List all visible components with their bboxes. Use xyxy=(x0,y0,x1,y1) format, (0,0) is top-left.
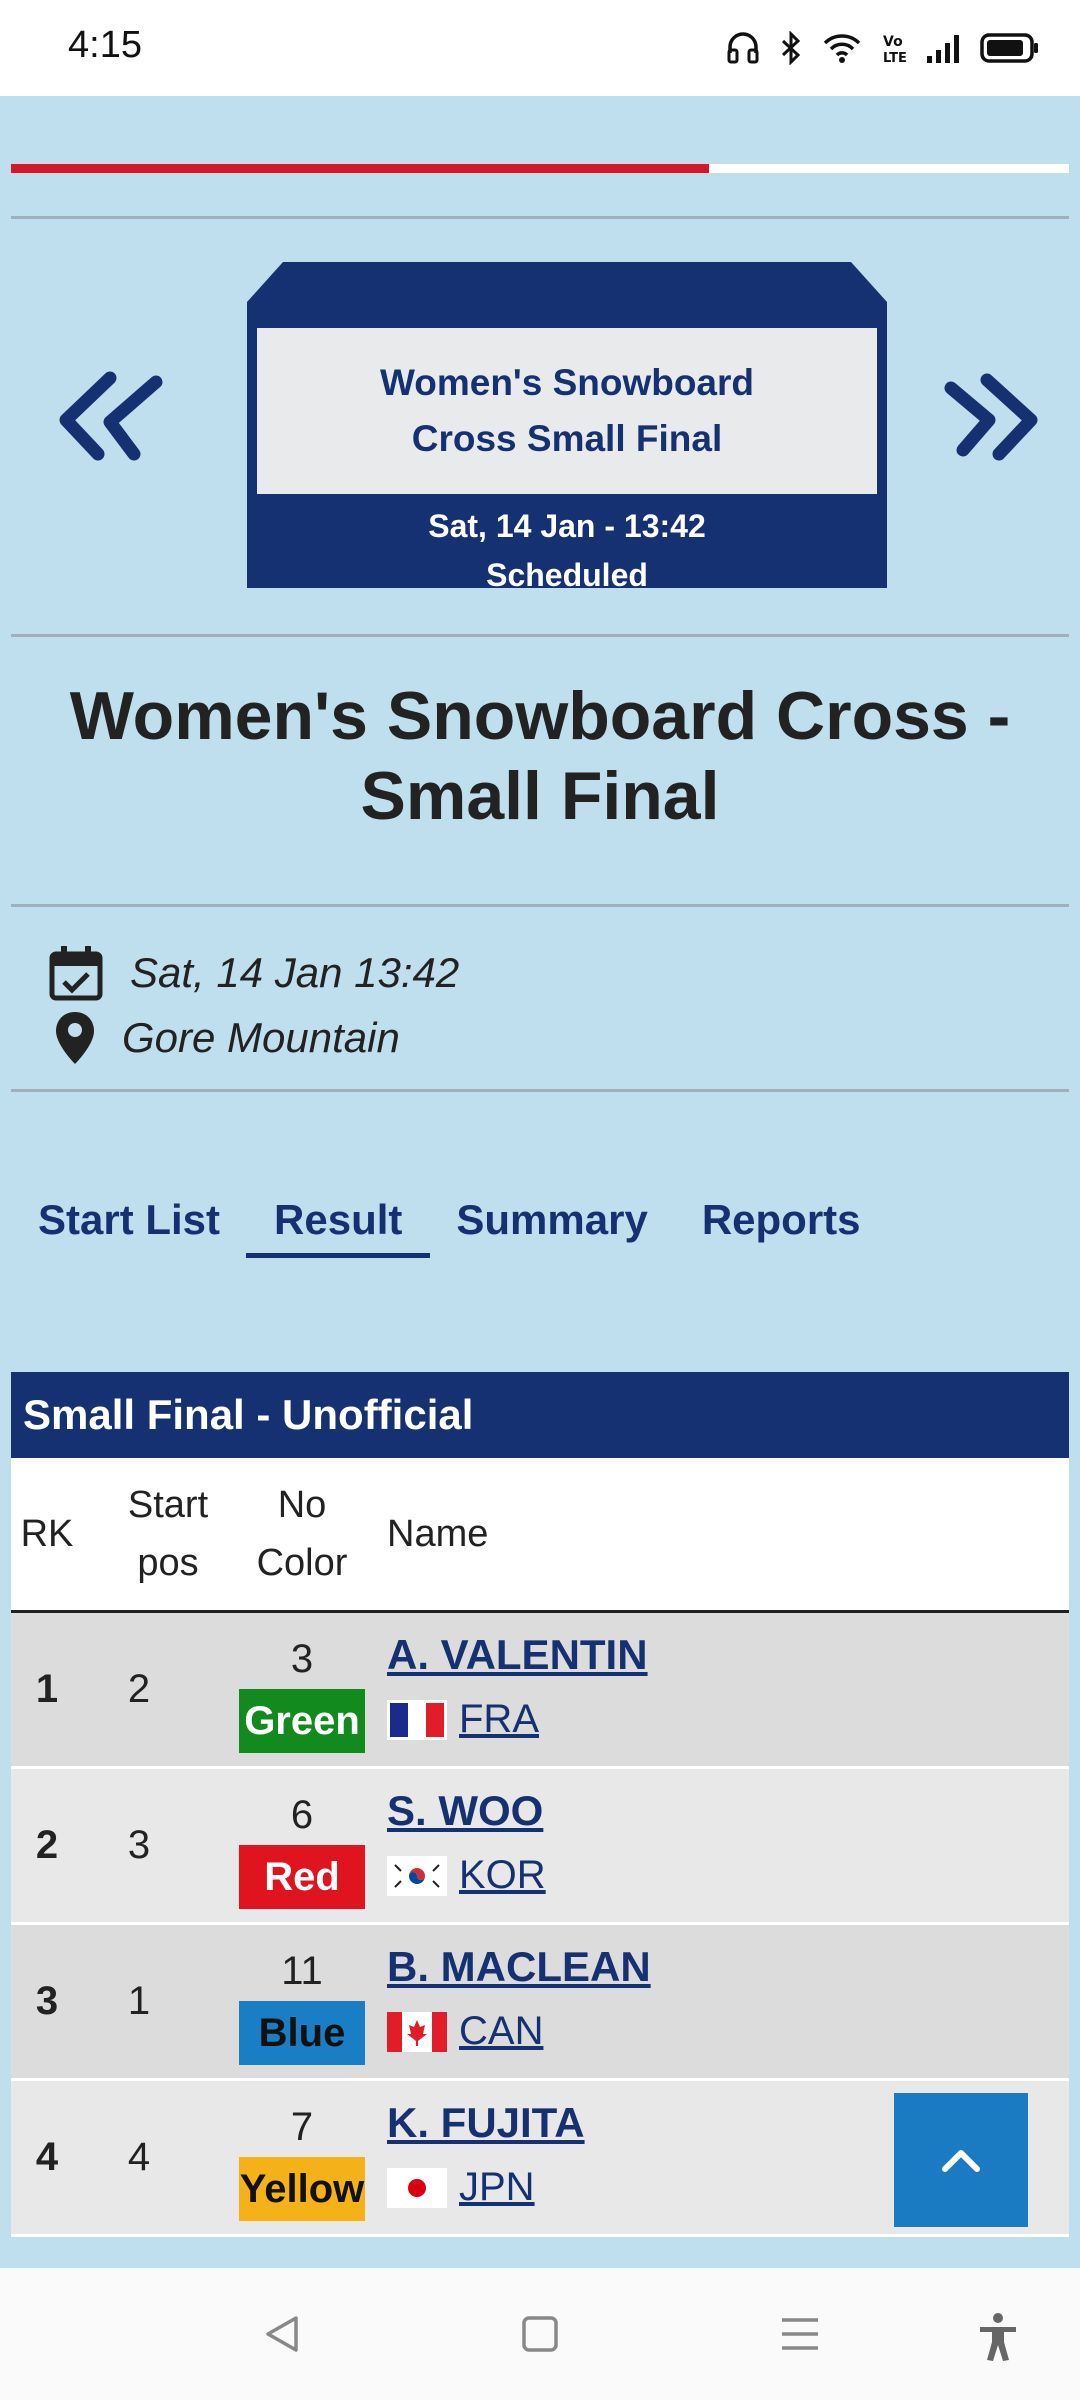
status-bar: 4:15 Vo LTE xyxy=(0,0,1080,96)
event-card-body: Women's Snowboard Cross Small Final Sat,… xyxy=(247,318,887,593)
volte-icon: VoLTE xyxy=(883,34,906,65)
results-column-headers: RK Start pos No Color Name xyxy=(11,1458,1069,1613)
row-bib-color: Blue xyxy=(239,2001,365,2065)
athlete-name-link[interactable]: S. WOO xyxy=(387,1787,543,1835)
results-table-header: Small Final - Unofficial xyxy=(11,1372,1069,1458)
athlete-nation[interactable]: KOR xyxy=(387,1853,546,1898)
flag-can-icon xyxy=(387,2011,447,2052)
tab-summary[interactable]: Summary xyxy=(456,1196,647,1258)
next-event-arrow-icon[interactable] xyxy=(935,358,1055,478)
athlete-name-link[interactable]: B. MACLEAN xyxy=(387,1943,651,1991)
flag-fra-icon xyxy=(387,1699,447,1740)
scroll-to-top-button[interactable] xyxy=(894,2093,1028,2227)
event-card-datetime: Sat, 14 Jan - 13:42 xyxy=(428,508,706,544)
row-bib-number: 3 xyxy=(290,1637,314,1681)
row-start-pos: 1 xyxy=(127,1979,151,2023)
divider xyxy=(11,904,1069,907)
system-navigation-bar xyxy=(0,2268,1080,2400)
flag-kor-icon xyxy=(387,1855,447,1896)
table-row: 1 2 3 Green A. VALENTIN FRA xyxy=(11,1613,1069,1769)
divider xyxy=(11,216,1069,219)
tab-result[interactable]: Result xyxy=(245,1196,431,1258)
event-card-roof xyxy=(247,262,887,322)
row-start-pos: 3 xyxy=(127,1823,151,1867)
column-no-color: No Color xyxy=(256,1484,348,1584)
page-content: Women's Snowboard Cross Small Final Sat,… xyxy=(0,96,1080,2268)
nation-code-link[interactable]: CAN xyxy=(459,2009,543,2054)
status-icons: Vo LTE xyxy=(726,28,1040,68)
menu-icon[interactable] xyxy=(778,2312,822,2356)
row-bib-color: Green xyxy=(239,1689,365,1753)
event-card-status: Scheduled xyxy=(486,557,648,593)
row-bib-number: 7 xyxy=(290,2105,314,2149)
athlete-nation[interactable]: CAN xyxy=(387,2009,543,2054)
flag-jpn-icon xyxy=(387,2167,447,2208)
battery-icon xyxy=(980,33,1038,63)
row-start-pos: 4 xyxy=(127,2135,151,2179)
event-venue: Gore Mountain xyxy=(122,1014,400,1061)
row-rank: 2 xyxy=(35,1823,59,1867)
athlete-name-link[interactable]: A. VALENTIN xyxy=(387,1631,648,1679)
event-date: Sat, 14 Jan 13:42 xyxy=(130,949,460,996)
athlete-nation[interactable]: FRA xyxy=(387,1697,539,1742)
row-rank: 3 xyxy=(35,1979,59,2023)
event-progress-fill xyxy=(11,164,710,173)
nation-code-link[interactable]: JPN xyxy=(459,2165,535,2210)
chevron-up-icon xyxy=(942,2150,980,2172)
event-progress-bar xyxy=(11,164,1069,173)
row-rank: 1 xyxy=(35,1667,59,1711)
event-card-meta: Sat, 14 Jan - 13:42 Scheduled xyxy=(247,502,887,600)
tab-start-list[interactable]: Start List xyxy=(38,1196,220,1258)
column-start-pos: Start pos xyxy=(127,1484,209,1584)
back-icon[interactable] xyxy=(260,2312,304,2356)
table-row: 3 1 11 Blue B. MACLEAN CAN xyxy=(11,1925,1069,2081)
row-rank: 4 xyxy=(35,2135,59,2179)
row-bib-number: 11 xyxy=(281,1949,323,1993)
divider xyxy=(11,634,1069,637)
svg-text:Vo: Vo xyxy=(883,34,903,50)
nation-code-link[interactable]: FRA xyxy=(459,1697,539,1742)
event-card[interactable]: Women's Snowboard Cross Small Final Sat,… xyxy=(247,262,887,593)
row-bib-number: 6 xyxy=(290,1793,314,1837)
nation-code-link[interactable]: KOR xyxy=(459,1853,546,1898)
calendar-check-icon xyxy=(49,946,103,1001)
signal-icon xyxy=(927,35,959,63)
divider xyxy=(11,1089,1069,1092)
event-card-title: Women's Snowboard Cross Small Final xyxy=(257,328,877,494)
svg-text:LTE: LTE xyxy=(883,51,906,65)
page-title: Women's Snowboard Cross - Small Final xyxy=(69,678,1011,834)
column-name: Name xyxy=(387,1513,489,1555)
previous-event-arrow-icon[interactable] xyxy=(52,358,172,478)
accessibility-icon[interactable] xyxy=(976,2312,1020,2362)
location-pin-icon xyxy=(56,1012,94,1064)
row-bib-color: Red xyxy=(239,1845,365,1909)
athlete-name-link[interactable]: K. FUJITA xyxy=(387,2099,585,2147)
wifi-icon xyxy=(823,34,861,63)
bluetooth-icon xyxy=(781,31,801,65)
status-time: 4:15 xyxy=(68,24,142,66)
row-start-pos: 2 xyxy=(127,1667,151,1711)
column-rk: RK xyxy=(20,1513,74,1555)
home-icon[interactable] xyxy=(520,2312,560,2356)
row-bib-color: Yellow xyxy=(239,2157,365,2221)
event-date-row: Sat, 14 Jan 13:42 xyxy=(48,944,459,1002)
tab-reports[interactable]: Reports xyxy=(702,1196,861,1258)
event-venue-row: Gore Mountain xyxy=(54,1010,400,1066)
athlete-nation[interactable]: JPN xyxy=(387,2165,535,2210)
results-tabs: Start List Result Summary Reports xyxy=(38,1196,915,1258)
table-row: 2 3 6 Red S. WOO KOR xyxy=(11,1769,1069,1925)
headphones-icon xyxy=(727,32,759,64)
